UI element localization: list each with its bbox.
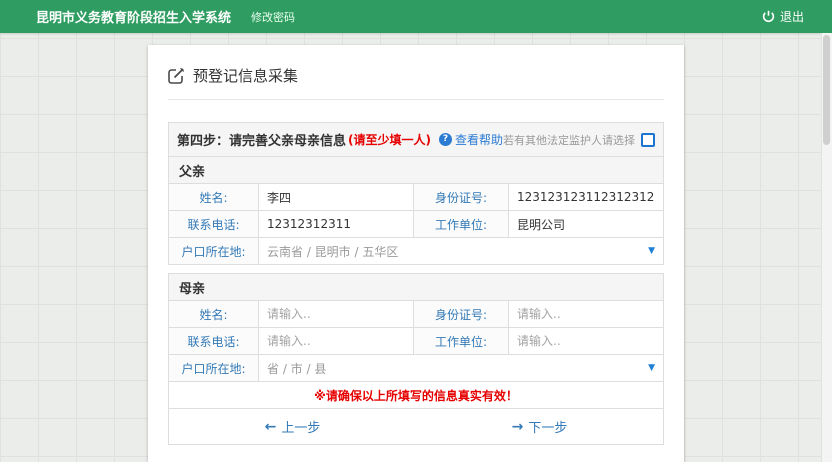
father-residence-select[interactable]: 云南省 / 昆明市 / 五华区 ▼ [259,238,664,265]
table-row: 联系电话: 工作单位: [169,328,664,355]
page-scrollbar[interactable] [821,33,832,462]
table-row: ← 上一步 → 下一步 [169,409,664,445]
mother-phone-input[interactable] [259,329,413,354]
prev-step-label: 上一步 [281,417,320,436]
father-work-label: 工作单位: [414,211,509,238]
mother-table: 母亲 姓名: 身份证号: 联系电话: 工作单位: 户口所在地: 省 / 市 / … [168,273,664,445]
table-row: 联系电话: 工作单位: [169,211,664,238]
mother-section-header: 母亲 [169,274,664,301]
mother-phone-label: 联系电话: [169,328,259,355]
spacer [168,265,664,273]
father-phone-input[interactable] [259,212,413,237]
top-navbar: 昆明市义务教育阶段招生入学系统 修改密码 退出 [0,0,832,33]
father-table: 父亲 姓名: 身份证号: 联系电话: 工作单位: 户口所在地: 云南省 / 昆明… [168,156,664,265]
table-row: 户口所在地: 云南省 / 昆明市 / 五华区 ▼ [169,238,664,265]
guardian-option: 若有其他法定监护人请选择 [503,132,655,148]
table-row: 姓名: 身份证号: [169,301,664,328]
father-name-label: 姓名: [169,184,259,211]
main-card: 预登记信息采集 第四步：请完善父亲母亲信息 (请至少填一人) ? 查看帮助 若有… [148,45,684,462]
mother-residence-select[interactable]: 省 / 市 / 县 ▼ [259,355,664,382]
father-phone-label: 联系电话: [169,211,259,238]
help-icon[interactable]: ? [439,133,452,146]
mother-name-input[interactable] [259,302,413,327]
power-icon [762,10,775,23]
logout-label: 退出 [780,8,804,25]
page-title: 预登记信息采集 [193,65,298,86]
next-step-label: 下一步 [528,417,567,436]
father-id-input[interactable] [509,185,663,210]
mother-residence-label: 户口所在地: [169,355,259,382]
table-row: ※请确保以上所填写的信息真实有效！ [169,382,664,409]
chevron-down-icon: ▼ [648,363,655,373]
mother-work-input[interactable] [509,329,663,354]
father-work-input[interactable] [509,212,663,237]
mother-residence-placeholder: 省 / 市 / 县 [259,362,326,376]
table-row: 户口所在地: 省 / 市 / 县 ▼ [169,355,664,382]
page-title-row: 预登记信息采集 [168,61,664,100]
mother-name-label: 姓名: [169,301,259,328]
next-step-button[interactable]: → 下一步 [512,417,568,436]
mother-id-input[interactable] [509,302,663,327]
father-id-label: 身份证号: [414,184,509,211]
chevron-down-icon: ▼ [648,246,655,256]
step-navigation: ← 上一步 → 下一步 [169,409,663,444]
mother-id-label: 身份证号: [414,301,509,328]
logout-button[interactable]: 退出 [762,8,804,25]
left-arrow-icon: ← [265,419,277,435]
mother-work-label: 工作单位: [414,328,509,355]
father-residence-label: 户口所在地: [169,238,259,265]
app-title: 昆明市义务教育阶段招生入学系统 [36,7,231,26]
table-row: 姓名: 身份证号: [169,184,664,211]
step-requirement: (请至少填一人) [348,131,431,148]
scrollbar-thumb[interactable] [823,35,830,145]
father-section-header: 父亲 [169,157,664,184]
prev-step-button[interactable]: ← 上一步 [265,417,321,436]
father-name-input[interactable] [259,185,413,210]
guardian-checkbox[interactable] [641,133,655,147]
father-residence-value: 云南省 / 昆明市 / 五华区 [259,245,398,259]
guardian-label: 若有其他法定监护人请选择 [503,132,635,148]
step-header: 第四步：请完善父亲母亲信息 (请至少填一人) ? 查看帮助 若有其他法定监护人请… [168,122,664,157]
edit-icon [168,67,185,84]
view-help-link[interactable]: 查看帮助 [455,131,503,148]
form-warning: ※请确保以上所填写的信息真实有效！ [169,382,664,409]
step-title: 第四步：请完善父亲母亲信息 [177,130,346,149]
change-password-link[interactable]: 修改密码 [251,9,295,25]
right-arrow-icon: → [512,419,524,435]
